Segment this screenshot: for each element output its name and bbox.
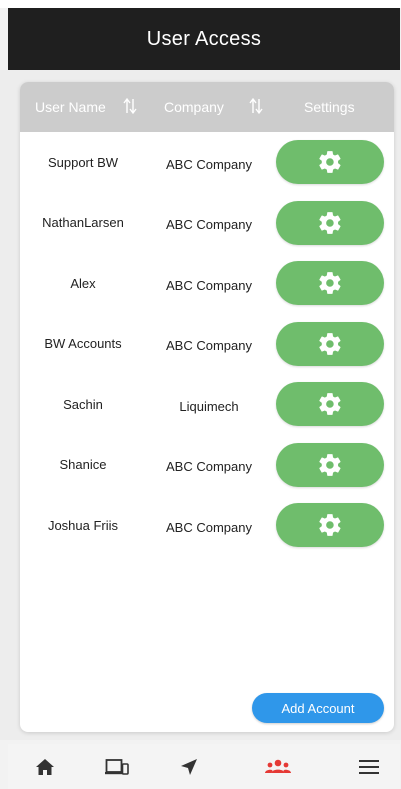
user-settings-button[interactable] — [276, 140, 384, 184]
bottom-nav — [8, 744, 400, 789]
table-row: Sachin Liquimech — [20, 382, 394, 443]
user-settings-button[interactable] — [276, 382, 384, 426]
gear-icon — [319, 272, 341, 294]
company-cell: ABC Company — [166, 217, 252, 232]
user-name-cell: Shanice — [59, 457, 107, 472]
navigation-icon — [181, 759, 197, 775]
table-row: Joshua Friis ABC Company — [20, 503, 394, 564]
user-name-cell: BW Accounts — [44, 336, 122, 351]
user-list: Support BW ABC Company NathanLarsen ABC … — [20, 140, 394, 564]
user-settings-button[interactable] — [276, 442, 384, 487]
status-strip — [0, 0, 401, 8]
nav-location[interactable] — [174, 754, 204, 780]
user-settings-button[interactable] — [276, 261, 384, 305]
gear-icon — [319, 453, 341, 476]
table-header: User Name Company Settings — [20, 82, 394, 132]
sort-icon[interactable] — [249, 97, 263, 115]
column-header-user-name[interactable]: User Name — [35, 82, 106, 132]
page-title: User Access — [146, 27, 262, 50]
users-icon — [265, 759, 291, 773]
home-icon — [36, 759, 54, 775]
add-account-button[interactable]: Add Account — [252, 693, 384, 723]
table-row: Support BW ABC Company — [20, 140, 394, 201]
company-cell: Liquimech — [179, 398, 239, 414]
menu-icon — [359, 760, 379, 774]
user-settings-button[interactable] — [276, 503, 384, 547]
column-header-company[interactable]: Company — [164, 82, 224, 132]
company-cell: ABC Company — [166, 277, 252, 293]
user-name-cell: Support BW — [47, 154, 119, 170]
sort-icon[interactable] — [123, 97, 137, 115]
table-row: BW Accounts ABC Company — [20, 321, 394, 383]
table-row: NathanLarsen ABC Company — [20, 200, 394, 262]
company-cell: ABC Company — [166, 338, 252, 353]
user-name-cell: Joshua Friis — [47, 517, 119, 533]
nav-menu[interactable] — [354, 754, 384, 780]
gear-icon — [319, 393, 341, 415]
company-cell: ABC Company — [166, 156, 252, 172]
table-row: Alex ABC Company — [20, 261, 394, 322]
company-cell: ABC Company — [166, 519, 252, 535]
nav-devices[interactable] — [102, 754, 132, 780]
devices-icon — [105, 759, 129, 775]
column-header-settings: Settings — [304, 99, 355, 115]
user-settings-button[interactable] — [276, 321, 384, 366]
app-bar: User Access — [8, 8, 400, 70]
user-name-cell: NathanLarsen — [42, 215, 124, 230]
gear-icon — [319, 211, 341, 234]
user-access-card: User Name Company Settings Support BW AB… — [20, 82, 394, 732]
user-settings-button[interactable] — [276, 200, 384, 245]
nav-users[interactable] — [263, 754, 293, 780]
user-name-cell: Alex — [70, 275, 96, 291]
user-name-cell: Sachin — [63, 396, 103, 412]
gear-icon — [319, 151, 341, 173]
company-cell: ABC Company — [166, 459, 252, 474]
gear-icon — [319, 332, 341, 355]
table-row: Shanice ABC Company — [20, 442, 394, 504]
nav-home[interactable] — [30, 754, 60, 780]
gear-icon — [319, 514, 341, 536]
